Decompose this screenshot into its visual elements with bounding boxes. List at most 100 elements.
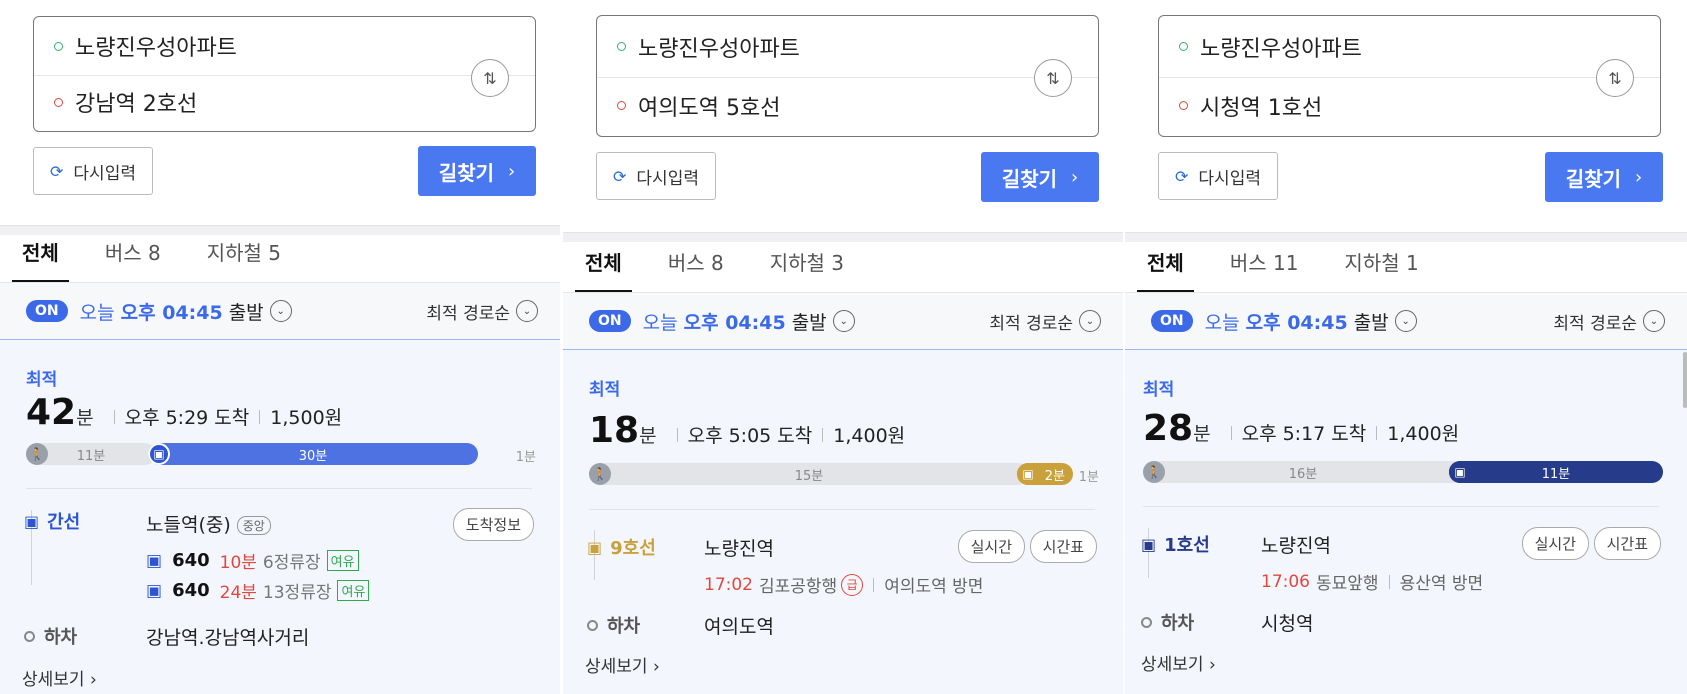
alight-text: 하차	[1161, 613, 1195, 634]
detail-label: 상세보기	[22, 670, 85, 690]
realtime-button[interactable]: 실시간	[1521, 527, 1589, 560]
route-result-card[interactable]: 최적 28 분 오후 5:17 도착 1,400원 16분 🚶 11분 ▣ ▣ 1…	[1125, 350, 1687, 694]
separator	[822, 428, 824, 442]
walk-icon: 🚶	[589, 463, 611, 485]
result-tabs: 전체 버스 11 지하철 1	[1125, 246, 1687, 293]
swap-locations-icon[interactable]: ⇅	[1034, 59, 1072, 97]
sort-dropdown[interactable]: 최적 경로순 ⌄	[1553, 309, 1665, 334]
find-route-button[interactable]: 길찾기 ›	[981, 152, 1099, 202]
walk-segment: 15분	[589, 463, 1029, 485]
bus-stops: 13정류장	[262, 583, 332, 603]
boarding-station-name: 노들역(중)	[146, 514, 231, 536]
train-arrival-row: 17:06 동묘앞행 용산역 방면	[1261, 569, 1483, 595]
boarding-station: 노량진역	[704, 538, 774, 560]
bus-line-label: ▣ 간선	[24, 508, 80, 534]
walk-end-label: 1분	[515, 450, 536, 465]
departure-clock: 오후 04:45	[683, 311, 786, 334]
timetable-button[interactable]: 시간표	[1029, 530, 1097, 563]
chevron-right-icon: ›	[1071, 166, 1079, 188]
on-toggle[interactable]: ON	[589, 310, 631, 332]
reset-label: 다시입력	[73, 163, 136, 184]
separator-line	[589, 509, 1095, 510]
origin-field[interactable]: 노량진우성아파트	[34, 17, 535, 76]
chevron-down-icon[interactable]: ⌄	[269, 300, 292, 322]
origin-field[interactable]: 노량진우성아파트	[1159, 16, 1660, 78]
destination-text: 여의도역 5호선	[638, 95, 781, 121]
route-timeline-bar: 16분 🚶 11분 ▣	[1143, 461, 1663, 483]
reset-button[interactable]: ⟳ 다시입력	[596, 152, 716, 200]
scrollbar[interactable]	[1683, 352, 1687, 408]
origin-text: 노량진우성아파트	[1200, 36, 1362, 62]
sort-dropdown[interactable]: 최적 경로순 ⌄	[989, 309, 1101, 334]
separator	[1388, 574, 1390, 589]
train-destination: 동묘앞행	[1316, 574, 1379, 594]
destination-dot-icon	[1179, 101, 1188, 110]
route-panel-3: 노량진우성아파트 시청역 1호선 ⇅ ⟳ 다시입력 길찾기 › 전체 버스 11…	[1125, 0, 1687, 694]
route-result-card[interactable]: 최적 18 분 오후 5:05 도착 1,400원 15분 🚶 2분 ▣ 1분 …	[563, 350, 1123, 694]
on-toggle[interactable]: ON	[26, 300, 68, 322]
tab-bus[interactable]: 버스 8	[658, 247, 734, 292]
find-route-button[interactable]: 길찾기 ›	[418, 146, 536, 196]
realtime-button[interactable]: 실시간	[957, 530, 1025, 563]
walk-segment-label: 16분	[1288, 466, 1318, 482]
detail-link[interactable]: 상세보기 ›	[585, 652, 660, 677]
bus-icon: ▣	[146, 580, 163, 601]
destination-field[interactable]: 강남역 2호선	[34, 73, 535, 131]
tab-bus[interactable]: 버스 8	[95, 237, 171, 282]
alight-station: 강남역.강남역사거리	[146, 627, 310, 649]
result-tabs: 전체 버스 8 지하철 3	[563, 246, 1123, 293]
tab-subway[interactable]: 지하철 3	[760, 247, 854, 292]
timetable-button[interactable]: 시간표	[1593, 527, 1661, 560]
walk-segment-label: 11분	[76, 448, 106, 464]
tab-all[interactable]: 전체	[12, 237, 69, 282]
chevron-down-icon[interactable]: ⌄	[1394, 310, 1417, 332]
departure-time[interactable]: 오늘 오후 04:45	[643, 308, 786, 335]
bus-segment: 30분	[148, 443, 478, 465]
tab-all[interactable]: 전체	[575, 247, 632, 292]
bus-icon: ▣	[146, 550, 163, 571]
separator	[259, 410, 261, 424]
swap-locations-icon[interactable]: ⇅	[1596, 59, 1634, 97]
arrival-info-button[interactable]: 도착정보	[452, 508, 534, 541]
destination-field[interactable]: 여의도역 5호선	[597, 75, 1098, 136]
departure-time[interactable]: 오늘 오후 04:45	[80, 298, 223, 325]
reset-button[interactable]: ⟳ 다시입력	[33, 147, 153, 195]
train-time: 17:02	[704, 574, 753, 595]
chevron-down-icon[interactable]: ⌄	[832, 310, 855, 332]
bus-number: 640	[172, 550, 210, 571]
find-route-label: 길찾기	[1565, 166, 1621, 191]
route-summary: 28 분 오후 5:17 도착 1,400원	[1143, 408, 1459, 449]
total-minutes: 28	[1143, 408, 1194, 449]
detail-link[interactable]: 상세보기 ›	[1141, 650, 1216, 675]
departure-time[interactable]: 오늘 오후 04:45	[1205, 308, 1348, 335]
tab-subway[interactable]: 지하철 1	[1334, 247, 1428, 292]
reset-button[interactable]: ⟳ 다시입력	[1158, 152, 1278, 200]
route-result-card[interactable]: 최적 42 분 오후 5:29 도착 1,500원 11분 🚶 30분 ▣ 1분…	[0, 340, 560, 694]
chevron-down-icon: ⌄	[516, 300, 538, 322]
detail-link[interactable]: 상세보기 ›	[22, 665, 97, 690]
departure-word: 출발	[1353, 311, 1389, 334]
total-minutes: 42	[26, 392, 77, 433]
find-route-button[interactable]: 길찾기 ›	[1545, 152, 1663, 202]
separator	[676, 428, 678, 442]
sort-label: 최적 경로순	[989, 313, 1073, 334]
section-divider	[0, 225, 560, 235]
route-summary: 42 분 오후 5:29 도착 1,500원	[26, 392, 342, 433]
swap-locations-icon[interactable]: ⇅	[471, 59, 509, 97]
origin-field[interactable]: 노량진우성아파트	[597, 16, 1098, 78]
on-toggle[interactable]: ON	[1151, 310, 1193, 332]
find-route-label: 길찾기	[1001, 166, 1057, 191]
tab-all[interactable]: 전체	[1137, 247, 1194, 292]
route-search-box: 노량진우성아파트 여의도역 5호선 ⇅	[596, 15, 1099, 137]
destination-field[interactable]: 시청역 1호선	[1159, 75, 1660, 136]
tab-bus[interactable]: 버스 11	[1220, 247, 1309, 292]
train-destination: 김포공항행	[759, 577, 838, 597]
tab-subway[interactable]: 지하철 5	[197, 237, 291, 282]
destination-text: 강남역 2호선	[75, 92, 198, 117]
subway-segment: 11분	[1449, 461, 1663, 483]
refresh-icon: ⟳	[613, 166, 627, 186]
departure-bar: ON 오늘 오후 04:45 출발 ⌄ 최적 경로순 ⌄	[1125, 293, 1687, 350]
section-divider	[1125, 232, 1687, 242]
best-label: 최적	[589, 380, 621, 400]
sort-dropdown[interactable]: 최적 경로순 ⌄	[426, 299, 538, 324]
